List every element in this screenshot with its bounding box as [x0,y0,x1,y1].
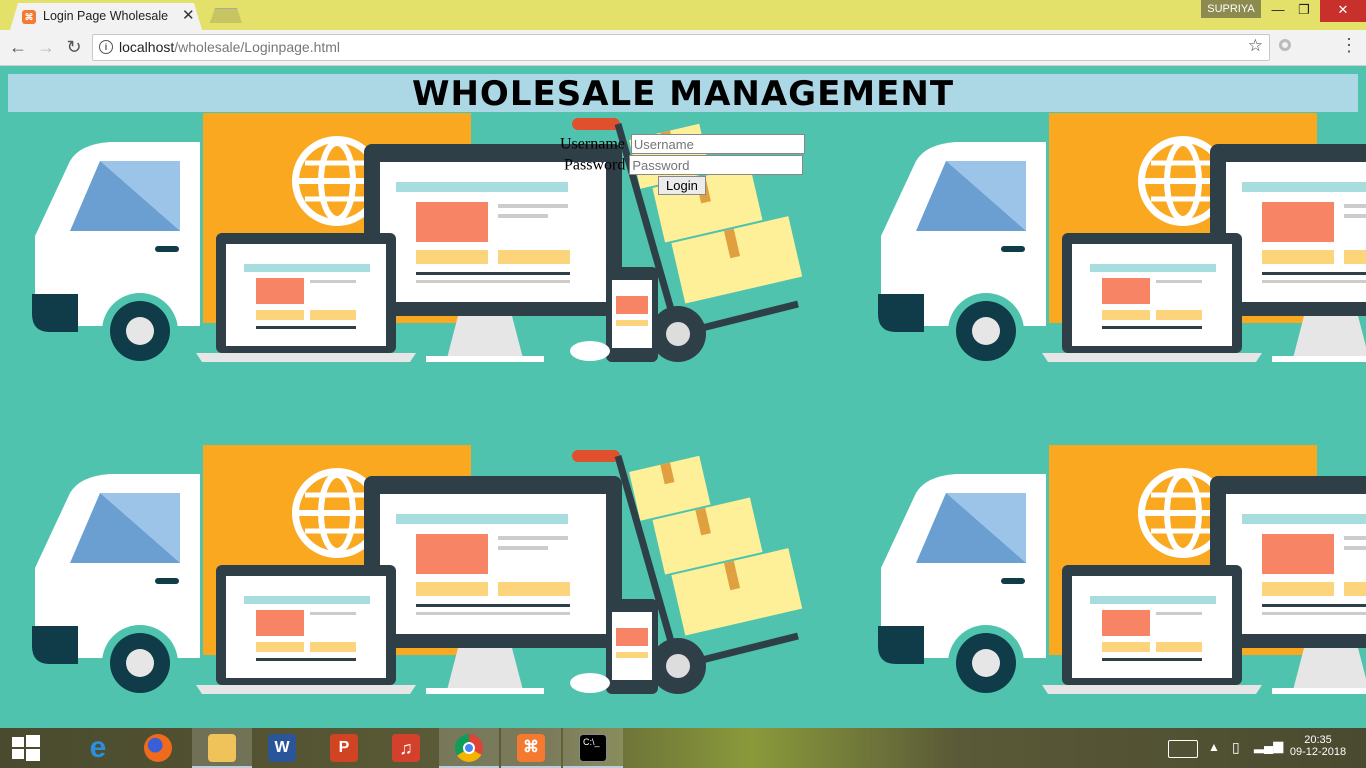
clock[interactable]: 20:35 09-12-2018 [1286,734,1350,758]
restore-button[interactable]: ❐ [1290,0,1318,22]
username-input[interactable] [630,134,805,154]
taskbar-file-explorer[interactable] [192,728,252,768]
login-button[interactable]: Login [658,176,706,195]
extension-icon[interactable] [1279,39,1291,51]
command-prompt-icon: C:\_ [579,734,607,762]
chrome-icon [455,734,483,762]
taskbar-xampp[interactable]: ⌘ [501,728,561,768]
tab-close-icon[interactable]: ✕ [182,6,195,24]
taskbar-firefox[interactable] [128,728,188,768]
forward-icon[interactable]: → [34,36,58,58]
browser-toolbar: ← → ↻ i localhost/wholesale/Loginpage.ht… [0,30,1366,66]
tab-title: Login Page Wholesale [43,9,169,23]
browser-title-bar: ⌘ Login Page Wholesale ✕ SUPRIYA — ❐ ✕ [0,0,1366,30]
minimize-button[interactable]: — [1264,0,1292,22]
start-button[interactable] [0,728,60,768]
username-label: Username [560,135,625,153]
url-path: /wholesale/Loginpage.html [174,39,341,55]
taskbar-powerpoint[interactable]: P [314,728,374,768]
profile-badge[interactable]: SUPRIYA [1201,0,1261,18]
taskbar-cmd[interactable]: C:\_ [563,728,623,768]
back-icon[interactable]: ← [6,36,30,58]
xampp-icon: ⌘ [517,734,545,762]
page-header: WHOLESALE MANAGEMENT [8,74,1358,114]
taskbar-music[interactable]: ♫ [376,728,436,768]
folder-icon [208,734,236,762]
page-viewport: WHOLESALE MANAGEMENT Username Password L… [0,66,1366,728]
bookmark-star-icon[interactable]: ☆ [1248,36,1263,56]
page-title: WHOLESALE MANAGEMENT [411,74,955,114]
clock-date: 09-12-2018 [1289,746,1347,758]
address-bar[interactable]: i localhost/wholesale/Loginpage.html ☆ [92,34,1270,61]
info-icon[interactable]: i [99,40,113,54]
clock-time: 20:35 [1304,734,1332,746]
menu-icon[interactable]: ⋮ [1340,35,1358,56]
windows-logo-icon [12,735,40,761]
taskbar-edge[interactable]: e [68,728,128,768]
taskbar-chrome[interactable] [439,728,499,768]
new-tab-button[interactable] [210,8,242,23]
keyboard-icon[interactable] [1168,740,1198,758]
taskbar-word[interactable]: W [252,728,312,768]
url-host: localhost [119,39,175,55]
network-signal-icon[interactable]: ▂▄▆ [1254,738,1283,754]
powerpoint-icon: P [330,734,358,762]
tray-expand-icon[interactable]: ▲ [1208,740,1220,754]
browser-tab[interactable]: ⌘ Login Page Wholesale ✕ [10,3,202,30]
close-window-button[interactable]: ✕ [1320,0,1366,22]
firefox-icon [144,734,172,762]
reload-icon[interactable]: ↻ [62,36,86,58]
xampp-favicon-icon: ⌘ [22,10,36,24]
battery-icon[interactable]: ▯ [1232,739,1240,756]
password-input[interactable] [629,155,804,175]
password-label: Password [564,156,626,174]
internet-explorer-icon: e [89,731,107,764]
url-text[interactable]: localhost/wholesale/Loginpage.html [119,39,340,55]
word-icon: W [268,734,296,762]
windows-taskbar: e W P ♫ ⌘ C:\_ ▲ ▯ ▂▄▆ 20:35 09-12-2018 [0,728,1366,768]
headphones-icon: ♫ [392,734,420,762]
